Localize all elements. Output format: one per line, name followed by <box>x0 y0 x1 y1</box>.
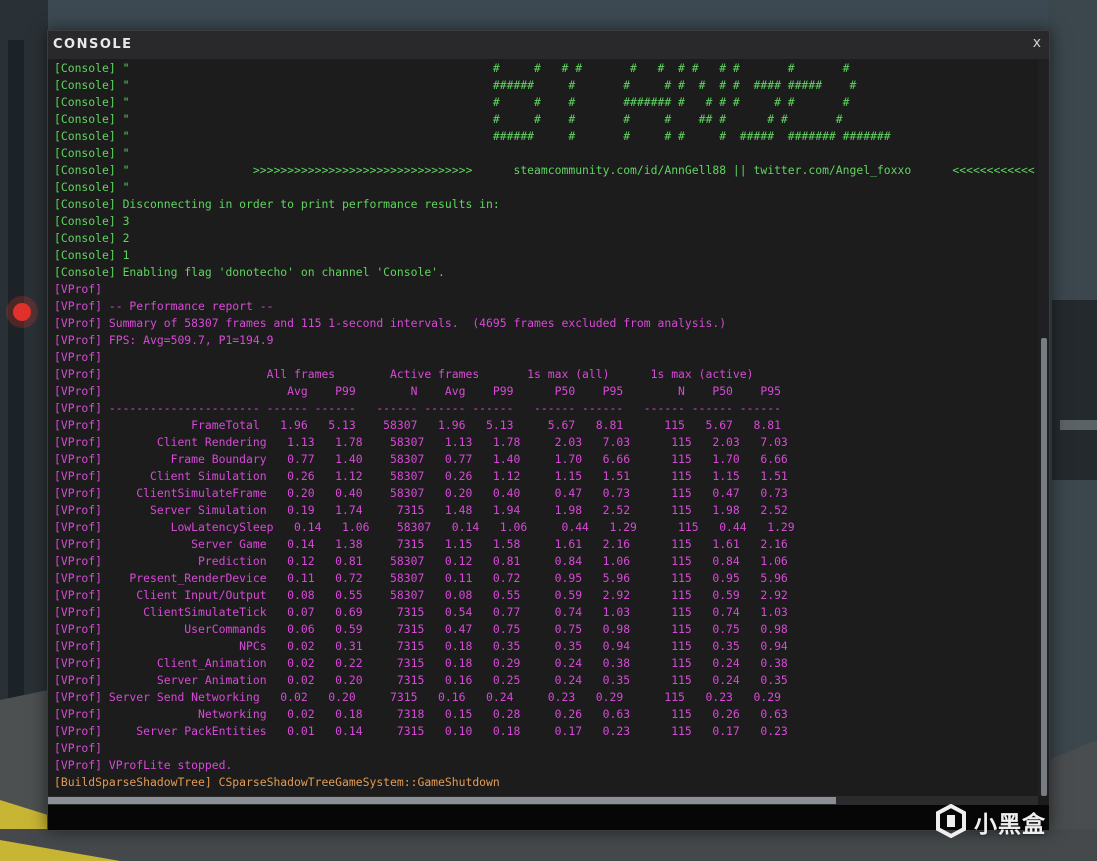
log-line: [Console] Enabling flag 'donotecho' on c… <box>54 265 445 279</box>
log-line: [VProf] Prediction 0.12 0.81 58307 0.12 … <box>54 554 788 568</box>
log-line: [Console] " <box>54 146 130 160</box>
log-line: [BuildSparseShadowTree] CSparseShadowTre… <box>54 775 500 789</box>
watermark-text: 小黑盒 <box>974 812 1046 838</box>
log-line: [VProf] ClientSimulateFrame 0.20 0.40 58… <box>54 486 788 500</box>
vertical-scroll-thumb[interactable] <box>1041 338 1047 796</box>
log-line: [VProf] Server Game 0.14 1.38 7315 1.15 … <box>54 537 788 551</box>
log-line: [VProf] <box>54 350 103 364</box>
log-line: [Console] " <box>54 180 130 194</box>
console-output: [Console] " # # # # # # # # # # # # [Cons… <box>48 59 1038 796</box>
log-line: [VProf] Server Animation 0.02 0.20 7315 … <box>54 673 788 687</box>
log-line: [VProf] NPCs 0.02 0.31 7315 0.18 0.35 0.… <box>54 639 788 653</box>
log-line: [VProf] Summary of 58307 frames and 115 … <box>54 316 727 330</box>
console-title: CONSOLE <box>53 37 133 52</box>
log-line: [Console] 2 <box>54 231 130 245</box>
log-line: [VProf] UserCommands 0.06 0.59 7315 0.47… <box>54 622 788 636</box>
log-line: [Console] 1 <box>54 248 130 262</box>
horizontal-scrollbar[interactable] <box>48 796 1038 805</box>
log-line: [VProf] Client Input/Output 0.08 0.55 58… <box>54 588 788 602</box>
log-line: [VProf] <box>54 282 103 296</box>
log-line: [Console] " # # # # # # # # # # # # <box>54 61 850 75</box>
log-line: [VProf] ---------------------- ------ --… <box>54 401 781 415</box>
log-line: [Console] " # # # ####### # # # # # # # <box>54 95 850 109</box>
log-line: [VProf] Networking 0.02 0.18 7318 0.15 0… <box>54 707 788 721</box>
log-line: [VProf] Client_Animation 0.02 0.22 7315 … <box>54 656 788 670</box>
log-line: [Console] 3 <box>54 214 130 228</box>
watermark: 小黑盒 <box>932 801 1072 841</box>
log-line: [VProf] FrameTotal 1.96 5.13 58307 1.96 … <box>54 418 781 432</box>
log-line: [VProf] All frames Active frames 1s max … <box>54 367 754 381</box>
log-line: [Console] " # # # # # ## # # # # <box>54 112 843 126</box>
log-line: [VProf] Client Simulation 0.26 1.12 5830… <box>54 469 788 483</box>
log-line: [VProf] Avg P99 N Avg P99 P50 P95 N P50 … <box>54 384 781 398</box>
log-line: [VProf] FPS: Avg=509.7, P1=194.9 <box>54 333 274 347</box>
log-line: [Console] " ###### # # # # # # # #### ##… <box>54 78 857 92</box>
console-titlebar[interactable]: CONSOLE x <box>48 31 1049 59</box>
log-line: [Console] " >>>>>>>>>>>>>>>>>>>>>>>>>>>>… <box>54 163 1035 177</box>
log-line: [VProf] Client Rendering 1.13 1.78 58307… <box>54 435 788 449</box>
log-line: [VProf] -- Performance report -- <box>54 299 274 313</box>
log-lines: [Console] " # # # # # # # # # # # # [Cons… <box>54 60 1035 791</box>
log-line: [VProf] Server Send Networking 0.02 0.20… <box>54 690 781 704</box>
log-line: [VProf] LowLatencySleep 0.14 1.06 58307 … <box>54 520 795 534</box>
log-line: [VProf] Frame Boundary 0.77 1.40 58307 0… <box>54 452 788 466</box>
log-line: [VProf] Server Simulation 0.19 1.74 7315… <box>54 503 788 517</box>
console-window: CONSOLE x [Console] " # # # # # # # # # … <box>47 30 1050 831</box>
log-line: [VProf] ClientSimulateTick 0.07 0.69 731… <box>54 605 788 619</box>
log-line: [VProf] Server PackEntities 0.01 0.14 73… <box>54 724 788 738</box>
log-line: [Console] " ###### # # # # # ##### #####… <box>54 129 891 143</box>
log-line: [VProf] VProfLite stopped. <box>54 758 233 772</box>
log-line: [VProf] <box>54 741 103 755</box>
close-icon[interactable]: x <box>1033 35 1041 51</box>
command-input[interactable] <box>48 805 1049 830</box>
heybox-logo-icon <box>936 804 966 838</box>
horizontal-scroll-thumb[interactable] <box>48 797 836 804</box>
vertical-scrollbar[interactable] <box>1038 59 1049 796</box>
log-line: [Console] Disconnecting in order to prin… <box>54 197 500 211</box>
log-line: [VProf] Present_RenderDevice 0.11 0.72 5… <box>54 571 788 585</box>
